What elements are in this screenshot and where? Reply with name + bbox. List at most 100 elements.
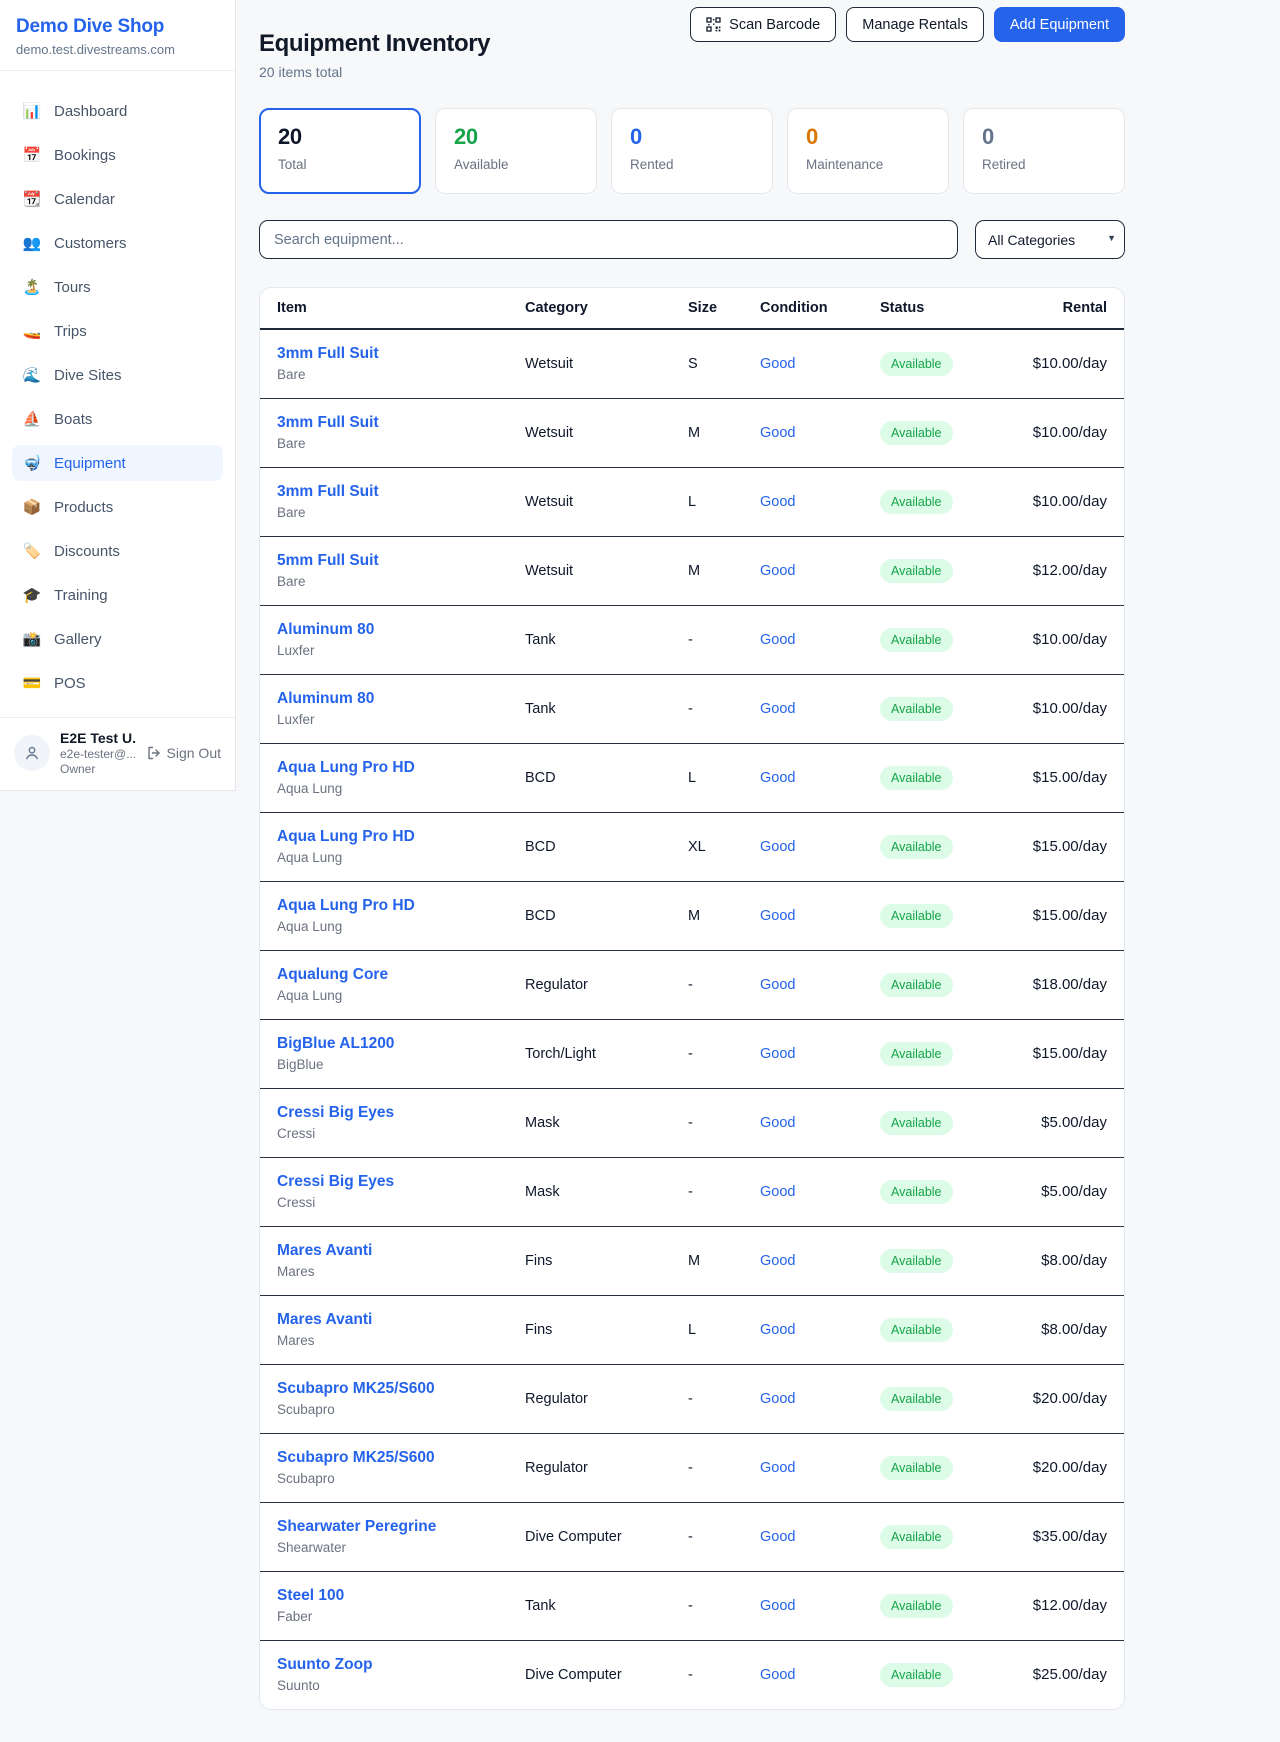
condition-link[interactable]: Good [760,1460,795,1476]
stat-card-rented[interactable]: 0 Rented [611,108,773,194]
sidebar-item-pos[interactable]: 💳 POS [12,665,223,701]
item-name-link[interactable]: Aqua Lung Pro HD [277,897,415,914]
condition-link[interactable]: Good [760,977,795,993]
item-name-link[interactable]: 3mm Full Suit [277,345,379,362]
sign-out-button[interactable]: Sign Out [146,745,221,761]
item-rental-rate: $5.00/day [1011,1088,1124,1157]
stat-card-maintenance[interactable]: 0 Maintenance [787,108,949,194]
condition-link[interactable]: Good [760,425,795,441]
item-name-link[interactable]: Aluminum 80 [277,621,374,638]
status-badge: Available [880,697,953,721]
condition-link[interactable]: Good [760,1322,795,1338]
status-badge: Available [880,628,953,652]
item-category: Dive Computer [525,1640,688,1709]
item-name-link[interactable]: Aqua Lung Pro HD [277,759,415,776]
stat-card-retired[interactable]: 0 Retired [963,108,1125,194]
item-name-link[interactable]: Cressi Big Eyes [277,1173,394,1190]
condition-link[interactable]: Good [760,1598,795,1614]
item-name-link[interactable]: Steel 100 [277,1587,344,1604]
status-badge: Available [880,766,953,790]
sidebar-item-trips[interactable]: 🚤 Trips [12,313,223,349]
stat-card-total[interactable]: 20 Total [259,108,421,194]
item-name-link[interactable]: Aluminum 80 [277,690,374,707]
condition-link[interactable]: Good [760,632,795,648]
status-badge: Available [880,1180,953,1204]
item-rental-rate: $20.00/day [1011,1364,1124,1433]
sidebar-item-gallery[interactable]: 📸 Gallery [12,621,223,657]
item-name-link[interactable]: 3mm Full Suit [277,414,379,431]
item-name-link[interactable]: Mares Avanti [277,1242,372,1259]
item-name-link[interactable]: Scubapro MK25/S600 [277,1449,435,1466]
sidebar-item-dashboard[interactable]: 📊 Dashboard [12,93,223,129]
manage-rentals-label: Manage Rentals [862,17,968,33]
item-name-link[interactable]: 3mm Full Suit [277,483,379,500]
item-size: M [688,1226,760,1295]
sidebar-item-dive-sites[interactable]: 🌊 Dive Sites [12,357,223,393]
condition-link[interactable]: Good [760,1667,795,1683]
add-equipment-button[interactable]: Add Equipment [994,7,1125,42]
item-size: M [688,881,760,950]
condition-link[interactable]: Good [760,494,795,510]
sidebar-item-label: Bookings [54,147,116,164]
condition-link[interactable]: Good [760,1184,795,1200]
condition-link[interactable]: Good [760,563,795,579]
condition-link[interactable]: Good [760,701,795,717]
condition-link[interactable]: Good [760,1529,795,1545]
item-name-link[interactable]: Cressi Big Eyes [277,1104,394,1121]
sidebar-item-label: Customers [54,235,127,252]
item-category: Regulator [525,1364,688,1433]
condition-link[interactable]: Good [760,1391,795,1407]
scan-barcode-button[interactable]: Scan Barcode [690,7,836,42]
speedboat-icon: 🚤 [22,324,42,339]
item-category: Mask [525,1157,688,1226]
manage-rentals-button[interactable]: Manage Rentals [846,7,984,42]
condition-link[interactable]: Good [760,908,795,924]
sidebar-item-label: Trips [54,323,87,340]
sidebar-item-training[interactable]: 🎓 Training [12,577,223,613]
sidebar-item-bookings[interactable]: 📅 Bookings [12,137,223,173]
table-row: Aluminum 80 Luxfer Tank - Good Available… [260,605,1124,674]
stat-value: 20 [454,124,578,150]
condition-link[interactable]: Good [760,1253,795,1269]
sidebar-item-products[interactable]: 📦 Products [12,489,223,525]
sidebar-item-calendar[interactable]: 📆 Calendar [12,181,223,217]
sidebar-item-tours[interactable]: 🏝️ Tours [12,269,223,305]
search-input[interactable] [259,220,958,259]
sidebar-item-customers[interactable]: 👥 Customers [12,225,223,261]
item-name-link[interactable]: Scubapro MK25/S600 [277,1380,435,1397]
item-rental-rate: $8.00/day [1011,1226,1124,1295]
item-brand: Bare [277,574,525,589]
brand-block: Demo Dive Shop demo.test.divestreams.com [0,0,235,71]
condition-link[interactable]: Good [760,770,795,786]
status-badge: Available [880,1594,953,1618]
user-name: E2E Test U... [60,730,136,746]
condition-link[interactable]: Good [760,1115,795,1131]
table-row: Mares Avanti Mares Fins L Good Available… [260,1295,1124,1364]
condition-link[interactable]: Good [760,1046,795,1062]
sidebar-item-boats[interactable]: ⛵ Boats [12,401,223,437]
item-name-link[interactable]: Aqua Lung Pro HD [277,828,415,845]
user-email: e2e-tester@... [60,747,136,761]
tag-icon: 🏷️ [22,544,42,559]
stat-card-available[interactable]: 20 Available [435,108,597,194]
sidebar-item-discounts[interactable]: 🏷️ Discounts [12,533,223,569]
category-select[interactable]: All Categories [975,220,1125,259]
person-icon [23,744,41,762]
column-header-size: Size [688,288,760,329]
item-brand: Bare [277,505,525,520]
item-name-link[interactable]: Mares Avanti [277,1311,372,1328]
item-category: Wetsuit [525,329,688,398]
condition-link[interactable]: Good [760,839,795,855]
condition-link[interactable]: Good [760,356,795,372]
table-row: Aluminum 80 Luxfer Tank - Good Available… [260,674,1124,743]
item-name-link[interactable]: 5mm Full Suit [277,552,379,569]
item-name-link[interactable]: Aqualung Core [277,966,388,983]
sidebar-item-label: Tours [54,279,91,296]
item-brand: Shearwater [277,1540,525,1555]
item-name-link[interactable]: Shearwater Peregrine [277,1518,436,1535]
item-name-link[interactable]: Suunto Zoop [277,1656,373,1673]
item-rental-rate: $10.00/day [1011,605,1124,674]
item-brand: Suunto [277,1678,525,1693]
sidebar-item-equipment[interactable]: 🤿 Equipment [12,445,223,481]
item-name-link[interactable]: BigBlue AL1200 [277,1035,394,1052]
